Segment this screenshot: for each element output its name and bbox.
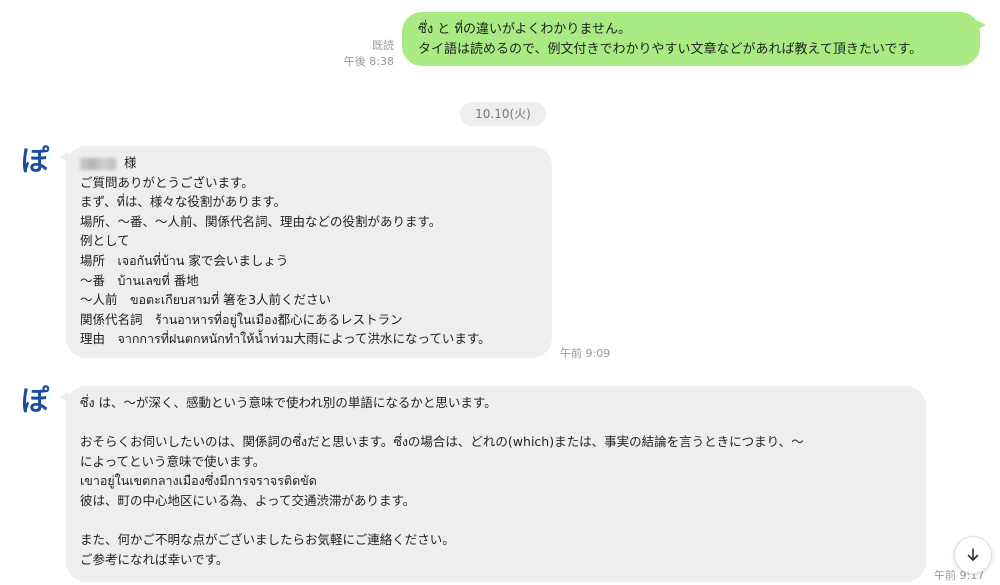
read-receipt: 既読 bbox=[372, 39, 394, 52]
message-line: 〜番 บ้านเลขที่ 番地 bbox=[80, 272, 199, 288]
incoming-message-bubble[interactable]: 様 ご質問ありがとうございます。 まず、ที่は、様々な役割があります。 場所、… bbox=[59, 146, 552, 358]
message-line bbox=[80, 413, 912, 433]
message-greeting-line: 様 bbox=[80, 153, 538, 173]
message-line: また、何かご不明な点がございましたらお気軽にご連絡ください。 bbox=[80, 532, 455, 548]
message-line: ご質問ありがとうございます。 bbox=[80, 174, 254, 190]
outgoing-message-bubble[interactable]: ซึ่ง と ที่の違いがよくわかりません。 タイ語は読めるので、例文付きでわ… bbox=[402, 12, 986, 66]
message-line: おそらくお伺いしたいのは、関係詞のซึ่งだと思います。ซึ่งの場合は、どれの… bbox=[80, 434, 804, 450]
scroll-to-bottom-button[interactable] bbox=[954, 536, 992, 574]
outgoing-timestamp: 午後 8:38 bbox=[343, 55, 394, 68]
incoming-message-bubble[interactable]: ซึ่ง は、〜が深く、感動という意味で使われ別の単語になるかと思います。 おそ… bbox=[59, 386, 926, 582]
arrow-down-icon bbox=[967, 548, 979, 561]
name-suffix: 様 bbox=[124, 155, 137, 170]
message-line: เขาอยู่ในเขตกลางเมืองซึ่งมีการจราจรติดขั… bbox=[80, 473, 317, 489]
date-divider: 10.10(火) bbox=[460, 102, 546, 126]
incoming-timestamp: 午前 9:09 bbox=[560, 347, 611, 360]
message-line: によってという意味で使います。 bbox=[80, 453, 266, 469]
message-line: まず、ที่は、様々な役割があります。 bbox=[80, 194, 287, 210]
chat-window: 既読 午後 8:38 ซึ่ง と ที่の違いがよくわかりません。 タイ語は読… bbox=[0, 0, 1000, 585]
message-line: ซึ่ง と ที่の違いがよくわかりません。 bbox=[418, 22, 631, 37]
message-line: ซึ่ง は、〜が深く、感動という意味で使われ別の単語になるかと思います。 bbox=[80, 395, 497, 410]
message-line: 場所 เจอกันที่บ้าน 家で会いましょう bbox=[80, 252, 289, 268]
message-line: 彼は、町の中心地区にいる為、よって交通渋滞があります。 bbox=[80, 492, 416, 508]
message-line: 場所、〜番、〜人前、関係代名詞、理由などの役割があります。 bbox=[80, 213, 442, 229]
redacted-name bbox=[80, 157, 116, 170]
message-line: 理由 จากการที่ฝนตกหนักทำให้น้ำท่วม大雨によって洪水… bbox=[80, 331, 491, 347]
sender-avatar[interactable]: ぽ bbox=[16, 382, 54, 420]
message-line: タイ語は読めるので、例文付きでわかりやすい文章などがあれば教えて頂きたいです。 bbox=[418, 41, 923, 57]
message-line: ご参考になれば幸いです。 bbox=[80, 551, 229, 567]
message-line: 関係代名詞 ร้านอาหารที่อยู่ในเมือง都心にあるレストラン bbox=[80, 311, 403, 327]
message-line bbox=[80, 511, 912, 531]
message-line: 〜人前 ขอตะเกียบสามที่ 箸を3人前ください bbox=[80, 292, 332, 308]
message-line: 例として bbox=[80, 233, 130, 249]
sender-avatar[interactable]: ぽ bbox=[16, 142, 54, 180]
